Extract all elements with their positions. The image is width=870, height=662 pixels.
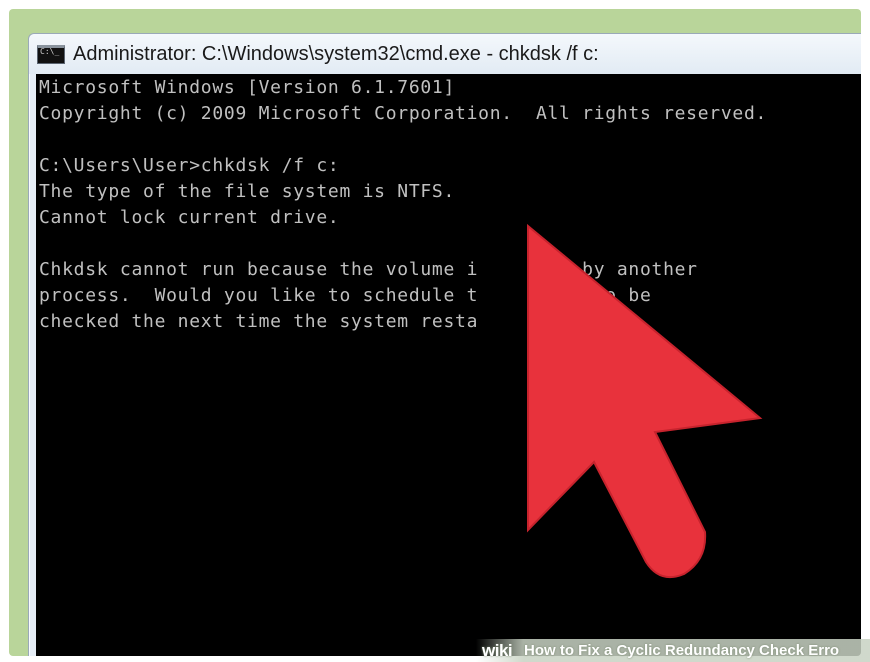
- watermark-text: How to Fix a Cyclic Redundancy Check Err…: [524, 642, 840, 659]
- title-bar[interactable]: C:\_ Administrator: C:\Windows\system32\…: [29, 34, 861, 74]
- cmd-window: C:\_ Administrator: C:\Windows\system32\…: [28, 33, 861, 656]
- watermark-logo: wiki: [482, 641, 513, 660]
- watermark-banner: wiki How to Fix a Cyclic Redundancy Chec…: [476, 639, 870, 662]
- console-line: Chkdsk cannot run because the volume i s…: [39, 259, 698, 280]
- console-line: Copyright (c) 2009 Microsoft Corporation…: [39, 103, 768, 124]
- console-line: Microsoft Windows [Version 6.1.7601]: [39, 77, 456, 98]
- screenshot-frame: C:\_ Administrator: C:\Windows\system32\…: [9, 9, 861, 656]
- console-line: checked the next time the system resta: [39, 311, 479, 332]
- console-line: C:\Users\User>chkdsk /f c:: [39, 155, 340, 176]
- console-line: The type of the file system is NTFS.: [39, 181, 456, 202]
- console-output[interactable]: Microsoft Windows [Version 6.1.7601] Cop…: [36, 74, 861, 656]
- console-line: process. Would you like to schedule t me…: [39, 285, 652, 306]
- cmd-icon[interactable]: C:\_: [37, 45, 65, 64]
- window-title: Administrator: C:\Windows\system32\cmd.e…: [73, 43, 599, 65]
- console-line: Cannot lock current drive.: [39, 207, 340, 228]
